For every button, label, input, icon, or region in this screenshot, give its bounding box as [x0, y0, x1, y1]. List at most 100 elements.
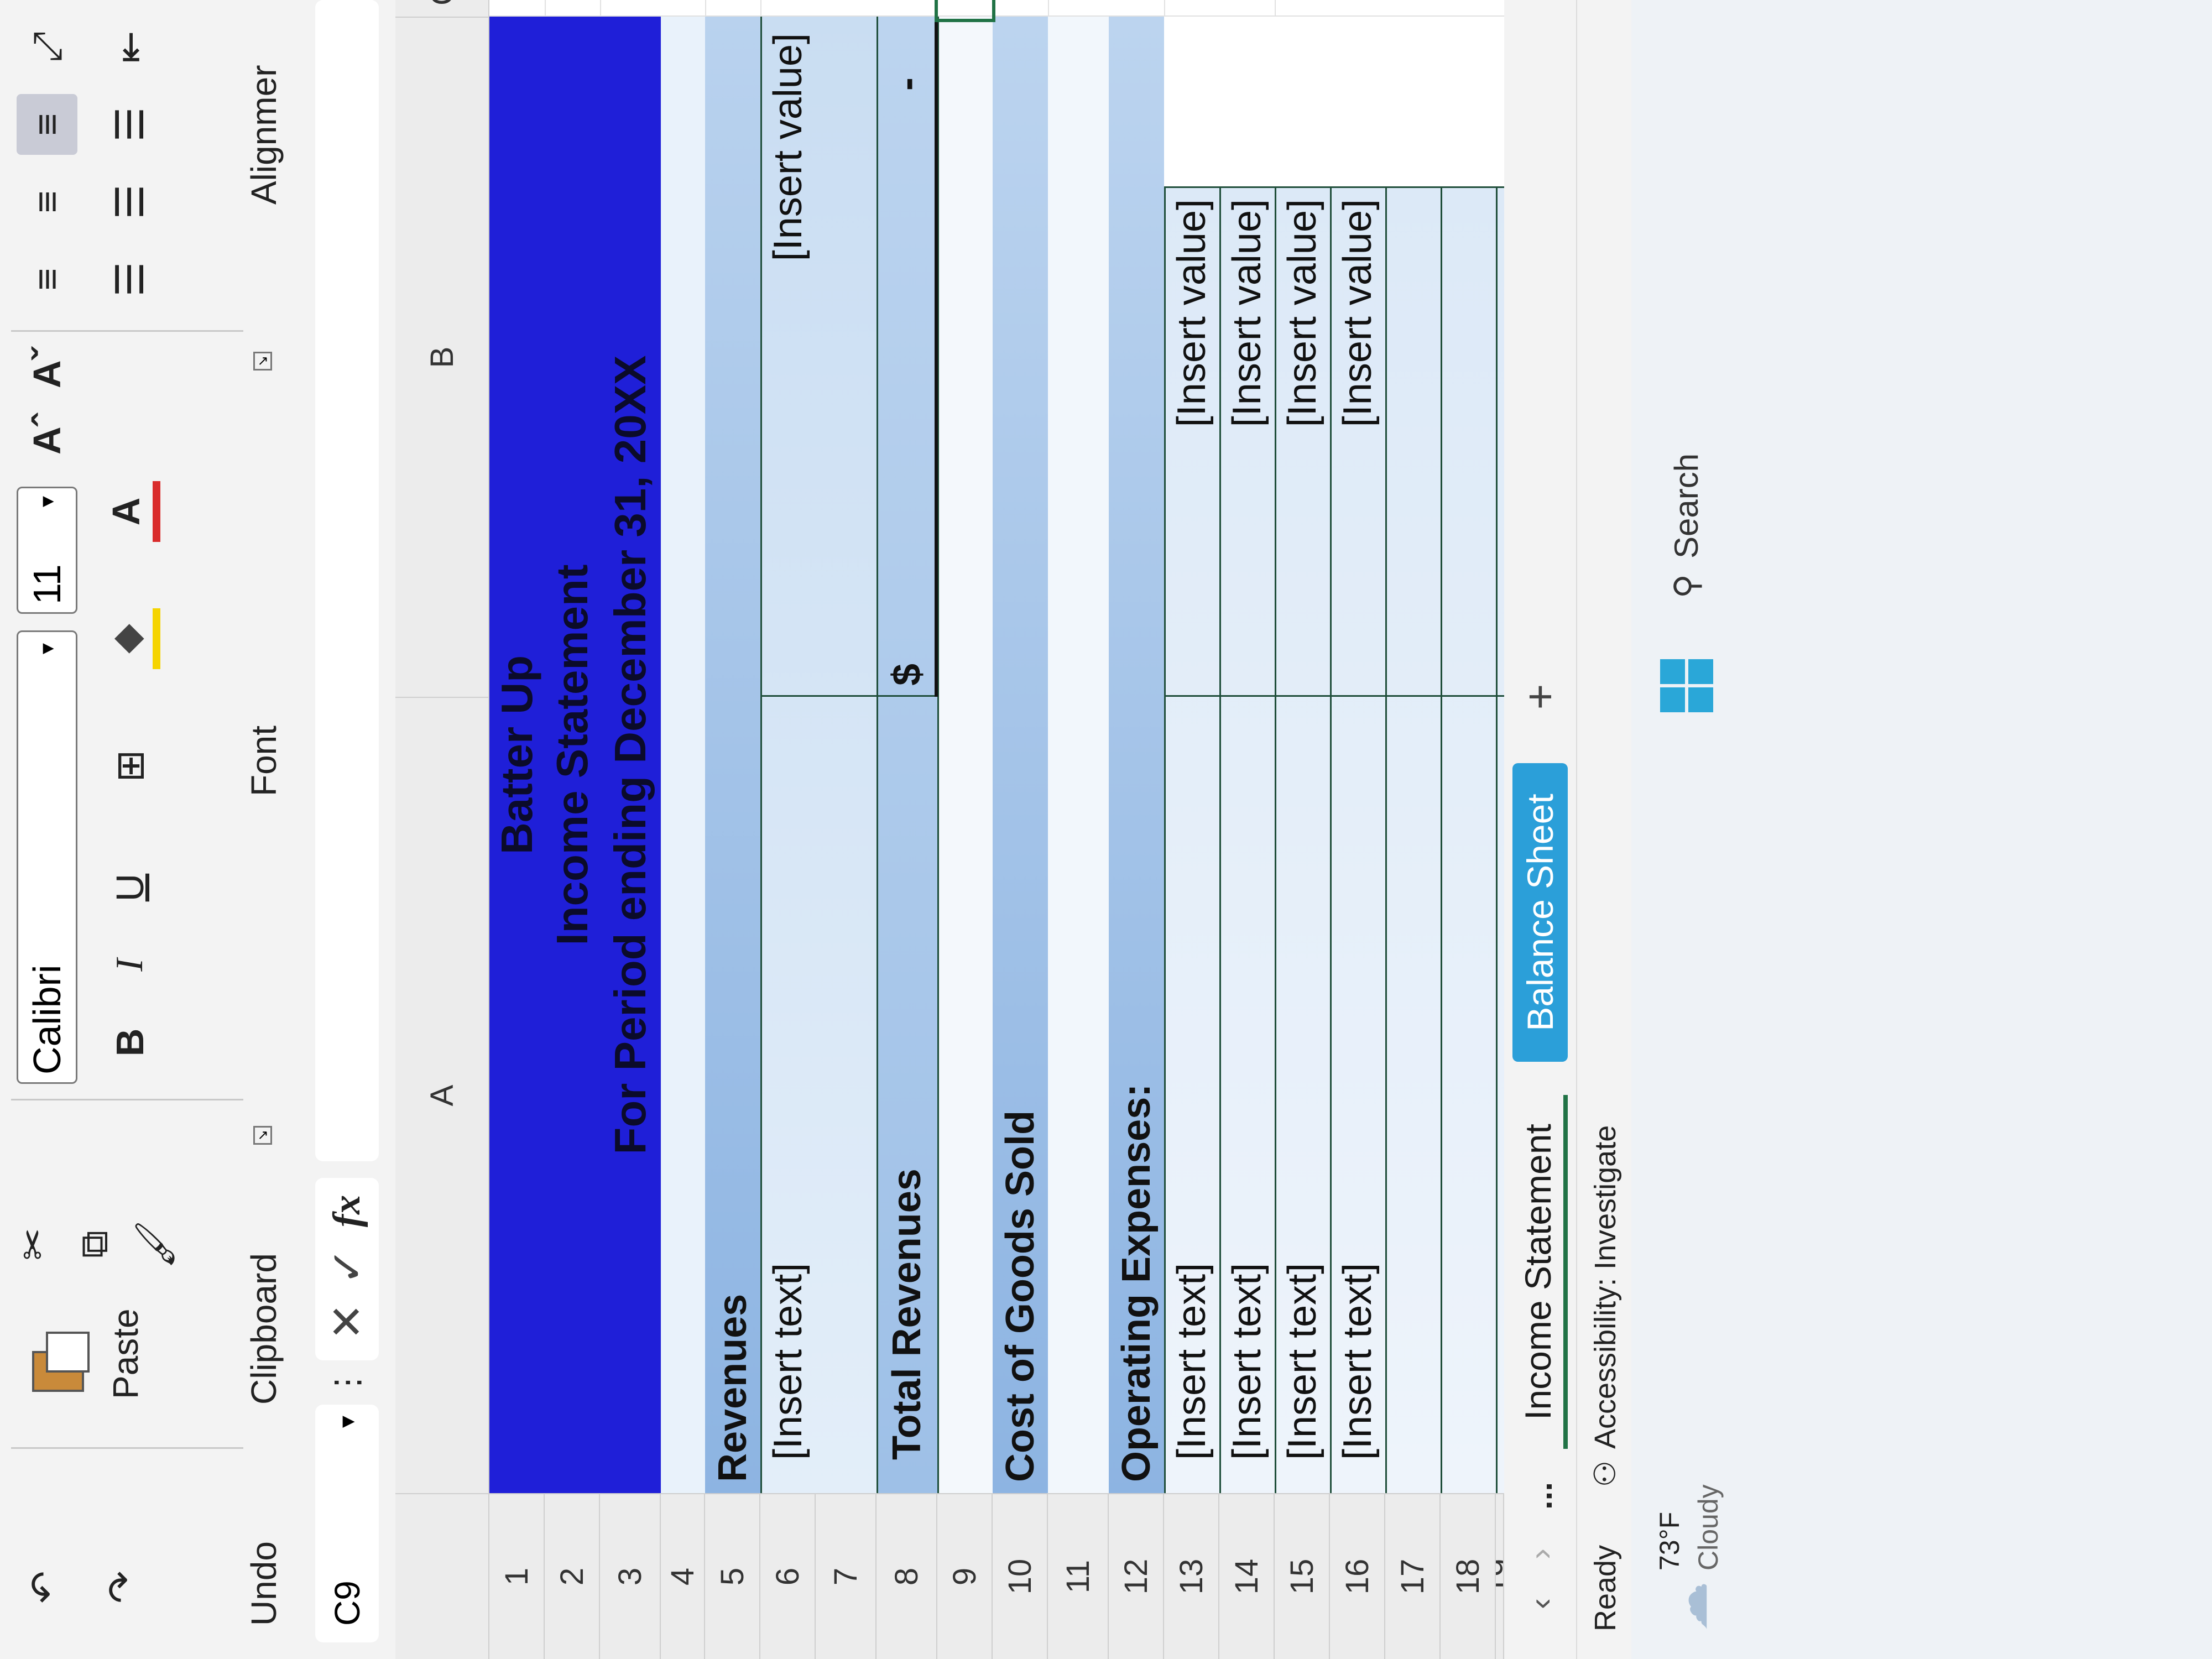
total-revenues-currency[interactable]: $ — [877, 575, 937, 686]
clipboard-group-label: Clipboard — [244, 1253, 284, 1405]
font-size-value: 11 — [25, 564, 69, 604]
selected-cell-c9[interactable] — [935, 0, 995, 22]
add-sheet-button[interactable]: + — [1512, 669, 1568, 724]
row-header[interactable]: 14 — [1219, 1493, 1275, 1659]
opex-label[interactable]: Operating Expenses: — [1109, 708, 1164, 1482]
decrease-indent-icon[interactable]: ⇤ — [100, 17, 160, 77]
gridline — [545, 0, 546, 17]
accessibility-status[interactable]: Accessibility: Investigate — [1588, 1125, 1623, 1449]
revenue-item-text[interactable]: [Insert text] — [760, 708, 816, 1460]
row-header[interactable]: 11 — [1048, 1493, 1109, 1659]
accessibility-icon[interactable]: ⚇ — [1585, 1454, 1624, 1493]
weather-temperature[interactable]: 73°F — [1653, 1512, 1686, 1571]
cloud-icon[interactable]: ☁ — [1659, 1576, 1720, 1637]
row-header[interactable]: 18 — [1441, 1493, 1496, 1659]
revenue-item-value[interactable]: [Insert value] — [760, 33, 816, 697]
row-header[interactable]: 4 — [661, 1493, 705, 1659]
font-size-dropdown[interactable]: 11 ▾ — [17, 487, 77, 614]
grow-font-button[interactable]: Aˆ — [17, 404, 77, 465]
paste-label[interactable]: Paste — [105, 1308, 146, 1399]
column-header-b[interactable]: B — [395, 17, 489, 697]
row-header[interactable]: 9 — [937, 1493, 993, 1659]
company-name[interactable]: Batter Up — [489, 17, 545, 1493]
italic-button[interactable]: I — [100, 935, 160, 995]
paste-icon[interactable] — [11, 1316, 100, 1405]
gridline — [760, 0, 761, 17]
column-header-c[interactable]: C — [395, 0, 489, 17]
select-all-corner[interactable] — [395, 1493, 489, 1659]
row-header[interactable]: 12 — [1109, 1493, 1164, 1659]
row-header[interactable]: 19 — [1496, 1493, 1504, 1659]
windows-start-icon[interactable] — [1653, 653, 1720, 719]
excel-window: ↶ ↷ Undo Paste ✂ ⧉ 🖌 Clipboard ↘ Calibri… — [0, 0, 2212, 1659]
formula-bar: C9 ▾ ⋮ ✕ ✓ fx — [299, 0, 397, 1659]
opex-item-text[interactable]: [Insert text] — [1275, 708, 1330, 1460]
font-launcher-icon[interactable]: ↘ — [253, 352, 272, 371]
orientation-icon[interactable]: ⤢ — [17, 17, 77, 77]
row-header[interactable]: 17 — [1385, 1493, 1441, 1659]
opex-item-value[interactable]: [Insert value] — [1330, 199, 1385, 697]
total-revenues-value[interactable]: - — [877, 77, 937, 575]
align-middle-icon[interactable]: ≡ — [17, 171, 77, 232]
row-header[interactable]: 16 — [1330, 1493, 1385, 1659]
align-top-icon[interactable]: ≡ — [17, 249, 77, 310]
column-header-a[interactable]: A — [395, 697, 489, 1493]
chevron-down-icon: ▾ — [35, 643, 59, 655]
tab-income-statement[interactable]: Income Statement — [1512, 1095, 1568, 1449]
gridline — [600, 0, 601, 17]
align-bottom-icon[interactable]: ≡ — [17, 94, 77, 155]
fill-color-icon[interactable]: ◆ — [100, 608, 160, 669]
chevron-right-icon[interactable]: › — [1515, 1532, 1565, 1576]
total-revenues-label[interactable]: Total Revenues — [877, 708, 937, 1460]
font-color-button[interactable]: A — [100, 481, 160, 542]
opex-item-value[interactable]: [Insert value] — [1275, 199, 1330, 697]
clipboard-launcher-icon[interactable]: ↘ — [253, 1126, 272, 1145]
taskbar-search[interactable]: Search — [1667, 453, 1705, 559]
more-options-icon[interactable]: ⋮ — [321, 1366, 373, 1399]
more-sheets-button[interactable]: ... — [1515, 1471, 1565, 1521]
confirm-entry-icon[interactable]: ✓ — [318, 1239, 376, 1294]
row-header[interactable]: 1 — [489, 1493, 545, 1659]
row-header[interactable]: 6 — [760, 1493, 816, 1659]
chevron-left-icon[interactable]: ‹ — [1515, 1582, 1565, 1626]
shrink-font-button[interactable]: Aˇ — [17, 337, 77, 398]
bold-button[interactable]: B — [100, 1012, 160, 1073]
row-header[interactable]: 3 — [600, 1493, 661, 1659]
row-header[interactable]: 7 — [816, 1493, 877, 1659]
insert-function-icon[interactable]: fx — [318, 1183, 376, 1239]
row-header[interactable]: 10 — [993, 1493, 1048, 1659]
weather-condition[interactable]: Cloudy — [1692, 1484, 1724, 1571]
cancel-entry-icon[interactable]: ✕ — [318, 1294, 376, 1349]
row-9-band — [937, 17, 993, 1493]
opex-item-value[interactable]: [Insert value] — [1219, 199, 1275, 697]
opex-item-text[interactable]: [Insert text] — [1219, 708, 1275, 1460]
cut-icon[interactable]: ✂ — [6, 1217, 61, 1272]
row-header[interactable]: 13 — [1164, 1493, 1219, 1659]
tab-balance-sheet[interactable]: Balance Sheet — [1512, 763, 1568, 1062]
statement-title[interactable]: Income Statement — [545, 17, 600, 1493]
row-header[interactable]: 5 — [705, 1493, 760, 1659]
align-center-icon[interactable]: ☰ — [100, 171, 160, 232]
opex-item-text[interactable]: [Insert text] — [1330, 708, 1385, 1460]
align-left-icon[interactable]: ☰ — [100, 249, 160, 310]
opex-item-value[interactable]: [Insert value] — [1164, 199, 1219, 697]
name-box[interactable]: C9 ▾ — [315, 1405, 379, 1642]
format-painter-icon[interactable]: 🖌 — [127, 1217, 182, 1272]
row-header[interactable]: 15 — [1275, 1493, 1330, 1659]
row-header[interactable]: 2 — [545, 1493, 600, 1659]
underline-button[interactable]: U — [100, 857, 160, 918]
align-right-icon[interactable]: ☰ — [100, 94, 160, 155]
opex-item-text[interactable]: [Insert text] — [1164, 708, 1219, 1460]
row-header[interactable]: 8 — [877, 1493, 937, 1659]
copy-icon[interactable]: ⧉ — [66, 1217, 122, 1272]
font-name-dropdown[interactable]: Calibri ▾ — [17, 630, 77, 1084]
redo-icon[interactable]: ↷ — [88, 1554, 155, 1620]
undo-icon[interactable]: ↶ — [11, 1554, 77, 1620]
borders-icon[interactable]: ⊞ — [100, 735, 160, 796]
ribbon-separator — [11, 1099, 243, 1100]
search-icon[interactable]: ⚲ — [1665, 564, 1709, 608]
revenues-label[interactable]: Revenues — [705, 708, 760, 1482]
period-heading[interactable]: For Period ending December 31, 20XX — [600, 17, 661, 1493]
cogs-label[interactable]: Cost of Goods Sold — [993, 708, 1048, 1482]
formula-input[interactable] — [315, 0, 379, 1161]
